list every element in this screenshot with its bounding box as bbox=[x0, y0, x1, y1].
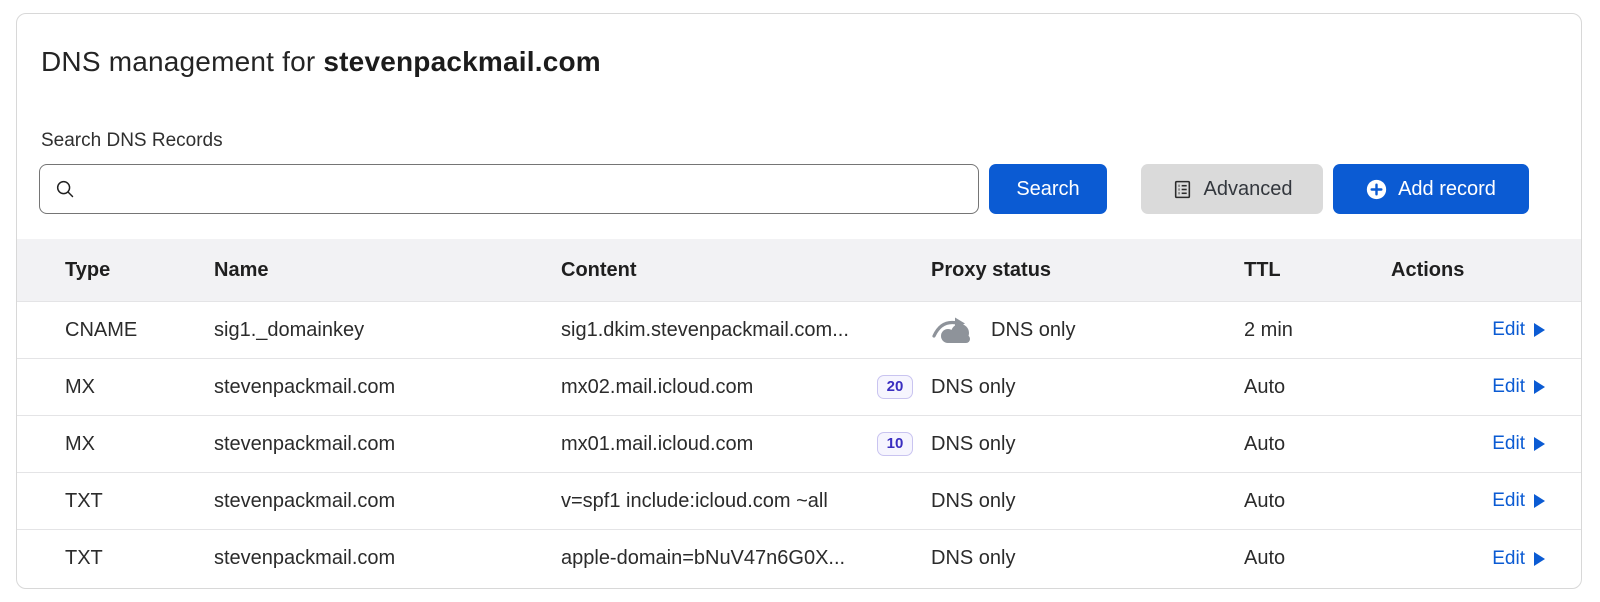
record-type: MX bbox=[17, 433, 214, 456]
table-row: MX stevenpackmail.com mx02.mail.icloud.c… bbox=[17, 359, 1581, 416]
table-row: MX stevenpackmail.com mx01.mail.icloud.c… bbox=[17, 416, 1581, 473]
priority-badge: 10 bbox=[877, 432, 913, 457]
advanced-button[interactable]: Advanced bbox=[1141, 164, 1323, 214]
table-header-row: Type Name Content Proxy status TTL Actio… bbox=[17, 239, 1581, 302]
dns-management-card: DNS management for stevenpackmail.com Se… bbox=[16, 13, 1582, 589]
record-content-cell: sig1.dkim.stevenpackmail.com... bbox=[561, 319, 931, 342]
record-content: mx01.mail.icloud.com bbox=[561, 433, 753, 456]
header-type: Type bbox=[17, 259, 214, 282]
page-title-prefix: DNS management for bbox=[41, 46, 323, 77]
advanced-button-label: Advanced bbox=[1204, 178, 1293, 201]
edit-link[interactable]: Edit bbox=[1492, 548, 1545, 570]
record-name: stevenpackmail.com bbox=[214, 547, 561, 570]
edit-link[interactable]: Edit bbox=[1492, 376, 1545, 398]
table-row: TXT stevenpackmail.com apple-domain=bNuV… bbox=[17, 530, 1581, 587]
proxy-status-text: DNS only bbox=[931, 547, 1015, 570]
proxy-status-text: DNS only bbox=[931, 376, 1015, 399]
add-record-button[interactable]: Add record bbox=[1333, 164, 1529, 214]
record-type: MX bbox=[17, 376, 214, 399]
search-button[interactable]: Search bbox=[989, 164, 1107, 214]
list-document-icon bbox=[1172, 179, 1193, 200]
edit-link[interactable]: Edit bbox=[1492, 433, 1545, 455]
search-input-wrapper bbox=[39, 164, 979, 214]
actions-cell: Edit bbox=[1391, 376, 1581, 398]
ttl-value: Auto bbox=[1244, 376, 1391, 399]
header-actions: Actions bbox=[1391, 259, 1581, 282]
record-content-cell: apple-domain=bNuV47n6G0X... bbox=[561, 547, 931, 570]
proxy-status-text: DNS only bbox=[991, 319, 1075, 342]
header-name: Name bbox=[214, 259, 561, 282]
record-name: stevenpackmail.com bbox=[214, 433, 561, 456]
proxy-status-cell: DNS only bbox=[931, 376, 1244, 399]
actions-cell: Edit bbox=[1391, 319, 1581, 341]
table-body: CNAME sig1._domainkey sig1.dkim.stevenpa… bbox=[17, 302, 1581, 587]
record-type: TXT bbox=[17, 490, 214, 513]
dns-only-cloud-icon bbox=[931, 316, 977, 344]
search-label: Search DNS Records bbox=[41, 130, 1581, 152]
search-icon bbox=[54, 178, 76, 200]
plus-circle-icon bbox=[1366, 179, 1387, 200]
edit-link-label: Edit bbox=[1492, 490, 1525, 512]
table-row: CNAME sig1._domainkey sig1.dkim.stevenpa… bbox=[17, 302, 1581, 359]
actions-cell: Edit bbox=[1391, 433, 1581, 455]
record-content-cell: mx01.mail.icloud.com 10 bbox=[561, 432, 931, 457]
proxy-status-cell: DNS only bbox=[931, 316, 1244, 344]
edit-link[interactable]: Edit bbox=[1492, 490, 1545, 512]
record-content: apple-domain=bNuV47n6G0X... bbox=[561, 547, 845, 570]
priority-badge: 20 bbox=[877, 375, 913, 400]
edit-link-label: Edit bbox=[1492, 319, 1525, 341]
edit-link-label: Edit bbox=[1492, 376, 1525, 398]
actions-cell: Edit bbox=[1391, 490, 1581, 512]
header-ttl: TTL bbox=[1244, 259, 1391, 282]
ttl-value: Auto bbox=[1244, 547, 1391, 570]
page-title: DNS management for stevenpackmail.com bbox=[17, 14, 1581, 78]
proxy-status-cell: DNS only bbox=[931, 547, 1244, 570]
header-content: Content bbox=[561, 259, 931, 282]
record-content: mx02.mail.icloud.com bbox=[561, 376, 753, 399]
proxy-status-text: DNS only bbox=[931, 433, 1015, 456]
add-record-button-label: Add record bbox=[1398, 178, 1496, 201]
ttl-value: 2 min bbox=[1244, 319, 1391, 342]
ttl-value: Auto bbox=[1244, 433, 1391, 456]
header-proxy-status: Proxy status bbox=[931, 259, 1244, 282]
domain-name: stevenpackmail.com bbox=[323, 46, 601, 77]
proxy-status-cell: DNS only bbox=[931, 490, 1244, 513]
search-controls: Search Advanced bbox=[39, 164, 1529, 214]
actions-cell: Edit bbox=[1391, 548, 1581, 570]
record-name: stevenpackmail.com bbox=[214, 490, 561, 513]
edit-arrow-icon bbox=[1534, 552, 1545, 566]
record-content: sig1.dkim.stevenpackmail.com... bbox=[561, 319, 849, 342]
search-input[interactable] bbox=[88, 165, 964, 213]
ttl-value: Auto bbox=[1244, 490, 1391, 513]
record-type: TXT bbox=[17, 547, 214, 570]
dns-records-table: Type Name Content Proxy status TTL Actio… bbox=[17, 239, 1581, 587]
record-type: CNAME bbox=[17, 319, 214, 342]
record-content: v=spf1 include:icloud.com ~all bbox=[561, 490, 828, 513]
record-content-cell: v=spf1 include:icloud.com ~all bbox=[561, 490, 931, 513]
edit-arrow-icon bbox=[1534, 380, 1545, 394]
edit-arrow-icon bbox=[1534, 323, 1545, 337]
edit-arrow-icon bbox=[1534, 437, 1545, 451]
edit-link-label: Edit bbox=[1492, 548, 1525, 570]
edit-link[interactable]: Edit bbox=[1492, 319, 1545, 341]
edit-arrow-icon bbox=[1534, 494, 1545, 508]
edit-link-label: Edit bbox=[1492, 433, 1525, 455]
record-name: stevenpackmail.com bbox=[214, 376, 561, 399]
table-row: TXT stevenpackmail.com v=spf1 include:ic… bbox=[17, 473, 1581, 530]
proxy-status-cell: DNS only bbox=[931, 433, 1244, 456]
record-content-cell: mx02.mail.icloud.com 20 bbox=[561, 375, 931, 400]
proxy-status-text: DNS only bbox=[931, 490, 1015, 513]
record-name: sig1._domainkey bbox=[214, 319, 561, 342]
